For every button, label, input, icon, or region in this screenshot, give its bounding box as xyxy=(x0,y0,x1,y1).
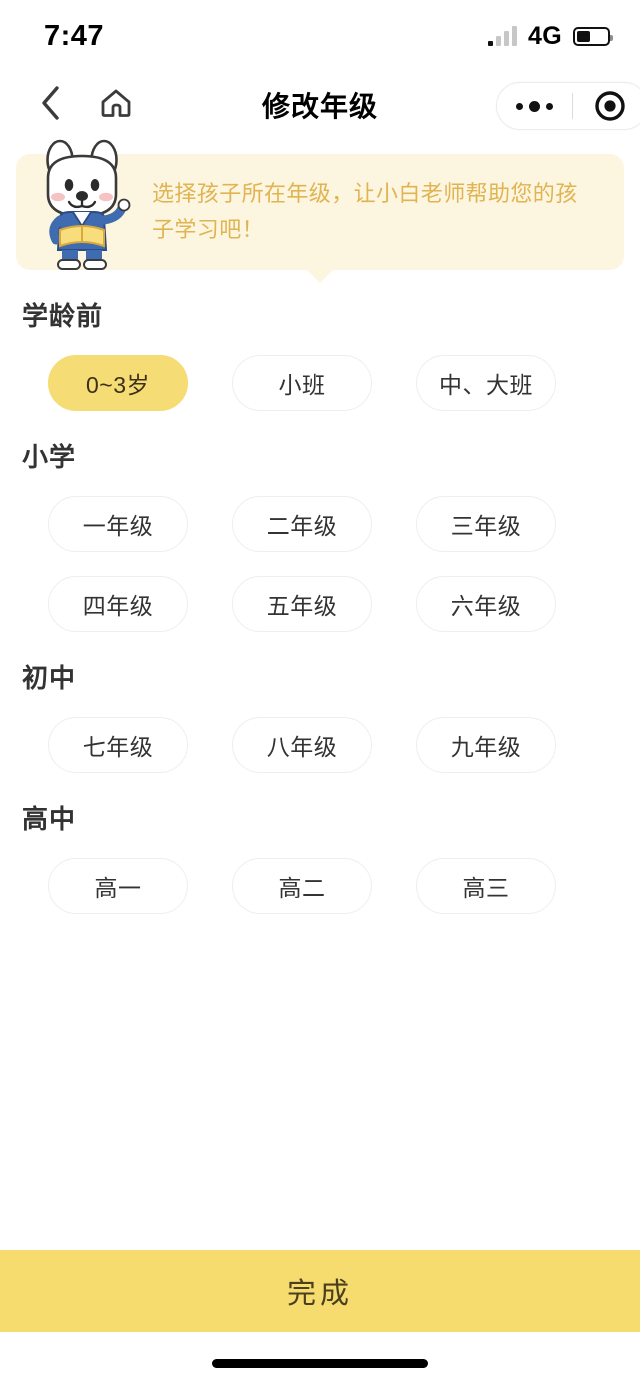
grade-option-chip[interactable]: 三年级 xyxy=(416,496,556,552)
submit-button[interactable]: 完成 xyxy=(0,1250,640,1332)
home-indicator xyxy=(212,1359,428,1368)
grade-option-grid: 0~3岁 小班 中、大班 xyxy=(0,355,640,411)
home-icon xyxy=(99,86,133,125)
nav-left-actions xyxy=(0,85,136,125)
grade-option-grid: 高一 高二 高三 xyxy=(0,858,640,914)
grade-option-grid: 一年级 二年级 三年级四年级 五年级 六年级 xyxy=(0,496,640,632)
miniprogram-capsule xyxy=(496,82,640,130)
battery-icon xyxy=(573,26,613,46)
status-bar: 7:47 4G xyxy=(0,0,640,72)
grade-option-chip[interactable]: 0~3岁 xyxy=(48,355,188,411)
grade-option-grid: 七年级 八年级 九年级 xyxy=(0,717,640,773)
network-type-label: 4G xyxy=(528,21,562,50)
status-indicators: 4G xyxy=(488,21,613,51)
status-time: 7:47 xyxy=(44,19,105,52)
tip-banner-pointer xyxy=(306,269,334,283)
grade-option-chip[interactable]: 高二 xyxy=(232,858,372,914)
grade-option-chip[interactable]: 高一 xyxy=(48,858,188,914)
grade-section: 小学一年级 二年级 三年级四年级 五年级 六年级 xyxy=(0,437,640,632)
grade-option-chip[interactable]: 七年级 xyxy=(48,717,188,773)
grade-option-chip[interactable]: 八年级 xyxy=(232,717,372,773)
grade-option-chip[interactable]: 五年级 xyxy=(232,576,372,632)
more-dots-icon[interactable] xyxy=(497,100,572,112)
section-title: 高中 xyxy=(22,804,77,834)
tip-banner-text: 选择孩子所在年级，让小白老师帮助您的孩子学习吧！ xyxy=(152,181,578,242)
grade-option-chip[interactable]: 六年级 xyxy=(416,576,556,632)
grade-section: 学龄前 0~3岁 小班 中、大班 xyxy=(0,296,640,411)
section-title: 学龄前 xyxy=(22,301,104,331)
target-circle-icon[interactable] xyxy=(573,88,640,124)
tip-banner: 选择孩子所在年级，让小白老师帮助您的孩子学习吧！ xyxy=(16,139,624,283)
grade-option-chip[interactable]: 中、大班 xyxy=(416,355,556,411)
grade-option-chip[interactable]: 小班 xyxy=(232,355,372,411)
grade-option-chip[interactable]: 四年级 xyxy=(48,576,188,632)
navigation-bar: 修改年级 xyxy=(0,72,640,138)
grade-section: 初中七年级 八年级 九年级 xyxy=(0,658,640,773)
section-title: 小学 xyxy=(22,442,77,472)
grade-section: 高中高一 高二 高三 xyxy=(0,799,640,914)
home-button[interactable] xyxy=(96,85,136,125)
section-title: 初中 xyxy=(22,663,77,693)
grade-option-chip[interactable]: 一年级 xyxy=(48,496,188,552)
grade-option-chip[interactable]: 高三 xyxy=(416,858,556,914)
grade-sections: 学龄前 0~3岁 小班 中、大班小学一年级 二年级 三年级四年级 五年级 六年级初中七年级 八年… xyxy=(0,296,640,914)
dog-mascot-icon xyxy=(30,134,150,274)
grade-option-chip[interactable]: 九年级 xyxy=(416,717,556,773)
back-button[interactable] xyxy=(30,85,70,125)
signal-strength-icon xyxy=(488,26,518,46)
chevron-left-icon xyxy=(39,85,61,126)
grade-option-chip[interactable]: 二年级 xyxy=(232,496,372,552)
